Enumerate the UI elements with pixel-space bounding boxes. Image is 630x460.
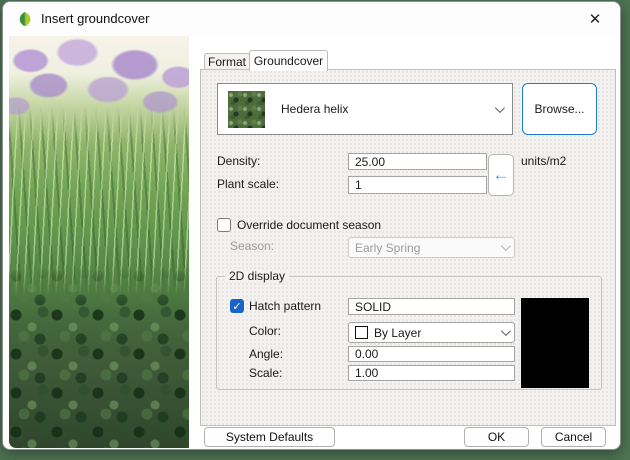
leaf-app-icon xyxy=(19,12,31,26)
2d-display-group-label: 2D display xyxy=(225,269,290,283)
title-bar: Insert groundcover ✕ xyxy=(3,2,620,36)
density-label: Density: xyxy=(217,154,261,168)
color-dropdown[interactable]: By Layer xyxy=(348,322,515,343)
groundcover-photo xyxy=(9,36,189,448)
tab-groundcover[interactable]: Groundcover xyxy=(249,50,328,71)
chevron-down-icon xyxy=(500,241,511,252)
season-value: Early Spring xyxy=(355,240,421,255)
scale-label: Scale: xyxy=(249,366,283,380)
color-value: By Layer xyxy=(374,325,422,340)
cancel-button[interactable]: Cancel xyxy=(541,427,606,447)
angle-label: Angle: xyxy=(249,347,284,361)
chevron-down-icon xyxy=(500,326,511,337)
plant-select-dropdown[interactable]: Hedera helix xyxy=(217,83,513,135)
plant-thumbnail xyxy=(228,90,265,128)
hatch-preview xyxy=(521,298,589,388)
override-season-label: Override document season xyxy=(237,218,382,232)
color-label: Color: xyxy=(249,324,282,338)
plant-name: Hedera helix xyxy=(281,102,349,116)
scale-input[interactable]: 1.00 xyxy=(348,365,515,381)
hatch-pattern-value: SOLID xyxy=(355,299,392,314)
plant-scale-label: Plant scale: xyxy=(217,177,280,191)
angle-input[interactable]: 0.00 xyxy=(348,346,515,362)
hatch-pattern-label: Hatch pattern xyxy=(249,299,322,313)
insert-groundcover-dialog: Insert groundcover ✕ Format Groundcover … xyxy=(2,1,621,450)
window-title: Insert groundcover xyxy=(41,11,150,26)
ok-button[interactable]: OK xyxy=(464,427,529,447)
hatch-pattern-input[interactable]: SOLID xyxy=(348,298,515,315)
plant-scale-value: 1 xyxy=(355,178,362,192)
plant-scale-input[interactable]: 1 xyxy=(348,176,487,194)
browse-button[interactable]: Browse... xyxy=(522,83,597,135)
close-icon[interactable]: ✕ xyxy=(578,4,612,34)
season-dropdown: Early Spring xyxy=(348,237,515,258)
color-swatch xyxy=(355,326,368,339)
tab-format[interactable]: Format xyxy=(204,53,250,70)
angle-value: 0.00 xyxy=(355,347,379,361)
density-unit-label: units/m2 xyxy=(521,154,567,168)
system-defaults-button[interactable]: System Defaults xyxy=(204,427,335,447)
density-input[interactable]: 25.00 xyxy=(348,153,487,170)
chevron-down-icon xyxy=(494,102,505,113)
hatch-pattern-checkbox[interactable]: ✓ xyxy=(230,299,244,313)
blue-left-arrow-icon: ← xyxy=(492,164,510,184)
season-label: Season: xyxy=(230,239,275,253)
density-value: 25.00 xyxy=(355,154,386,169)
transfer-values-button[interactable]: ← xyxy=(488,154,514,196)
override-season-checkbox[interactable] xyxy=(217,218,231,232)
check-icon: ✓ xyxy=(232,300,242,313)
scale-value: 1.00 xyxy=(355,366,379,380)
